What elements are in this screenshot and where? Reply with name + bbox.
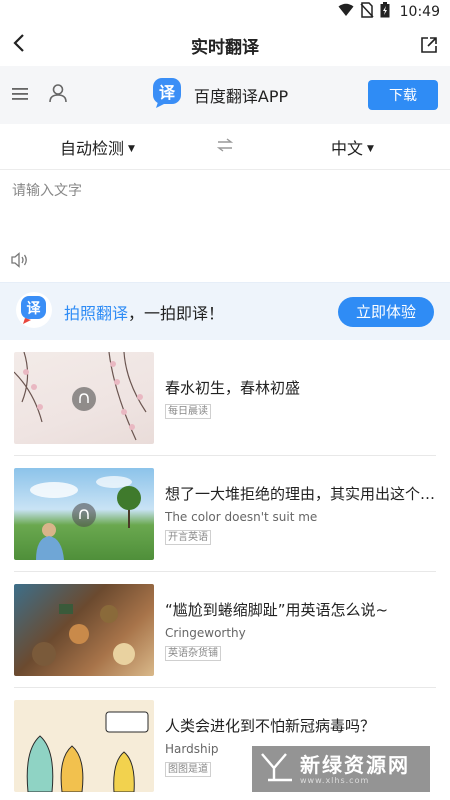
blossom-thumbnail — [14, 351, 154, 444]
feed-item-text: 想了一大堆拒绝的理由，其实用出这个英语 The color doesn't su… — [165, 483, 436, 545]
feed-item-tag: 开言英语 — [165, 529, 211, 545]
feed-item-text: 春水初生，春林初盛 每日晨读 — [165, 377, 436, 419]
language-selector: 自动检测 ▼ 中文 ▼ — [0, 124, 450, 170]
back-icon[interactable] — [12, 32, 40, 58]
promo-slogan: ，一拍即译！ — [128, 303, 225, 323]
menu-icon[interactable] — [12, 86, 36, 105]
speaker-icon[interactable] — [11, 252, 29, 272]
status-time: 10:49 — [399, 4, 440, 20]
app-brand: 译 百度翻译APP — [72, 77, 368, 113]
svg-text:译: 译 — [159, 83, 176, 102]
open-external-icon[interactable] — [410, 36, 438, 54]
try-now-button[interactable]: 立即体验 — [338, 296, 434, 327]
wifi-icon — [338, 3, 354, 21]
user-icon[interactable] — [48, 83, 72, 107]
virus-cartoon-thumbnail — [14, 699, 154, 792]
status-bar: 10:49 — [0, 0, 450, 24]
feed-item-title: 春水初生，春林初盛 — [165, 378, 301, 397]
photo-translate-promo: 译 拍照翻译，一拍即译！ 立即体验 — [0, 282, 450, 340]
feed-item-subtitle: Cringeworthy — [165, 625, 246, 640]
translate-app-logo: 译 — [16, 291, 52, 333]
no-sim-icon — [360, 2, 374, 22]
app-name: 百度翻译APP — [193, 87, 289, 106]
feed-item-text: “尴尬到蜷缩脚趾”用英语怎么说~ Cringeworthy 英语杂货铺 — [165, 599, 436, 661]
source-language-select[interactable]: 自动检测 ▼ — [0, 135, 195, 159]
page-title: 实时翻译 — [191, 37, 259, 58]
watermark-url: www.xlhs.com — [300, 775, 370, 785]
feed-item-title: 想了一大堆拒绝的理由，其实用出这个英语 — [165, 484, 436, 503]
article-feed: 春水初生，春林初盛 每日晨读 想了一大堆拒绝的理由，其实用出这个英语 The c… — [0, 340, 450, 800]
target-language-label: 中文 — [331, 138, 364, 158]
app-download-banner: 译 百度翻译APP 下载 — [0, 66, 450, 124]
feed-item-tag: 英语杂货铺 — [165, 645, 221, 661]
translation-input-area — [0, 170, 450, 282]
swap-icon — [216, 137, 234, 156]
target-language-select[interactable]: 中文 ▼ — [255, 135, 450, 159]
source-text-input[interactable] — [12, 180, 438, 240]
caret-down-icon: ▼ — [128, 144, 135, 154]
feed-item[interactable]: “尴尬到蜷缩脚趾”用英语怎么说~ Cringeworthy 英语杂货铺 — [14, 572, 436, 688]
feed-item-subtitle: The color doesn't suit me — [165, 509, 318, 524]
field-girl-thumbnail — [14, 467, 154, 560]
feed-item-tag: 每日晨读 — [165, 403, 211, 419]
promo-highlight: 拍照翻译 — [64, 303, 129, 323]
feed-item-tag: 图图是道 — [165, 761, 211, 777]
source-language-label: 自动检测 — [60, 138, 125, 158]
watermark-text: 新绿资源网 — [300, 752, 410, 777]
download-button[interactable]: 下载 — [368, 80, 438, 110]
feed-item[interactable]: 春水初生，春林初盛 每日晨读 — [14, 340, 436, 456]
swap-languages-button[interactable] — [195, 137, 255, 156]
title-bar: 实时翻译 — [0, 24, 450, 66]
svg-text:译: 译 — [27, 301, 42, 317]
feed-item-title: 人类会进化到不怕新冠病毒吗？ — [165, 716, 376, 735]
baidu-translate-logo: 译 — [152, 77, 184, 113]
feed-item-title: “尴尬到蜷缩脚趾”用英语怎么说~ — [165, 600, 389, 619]
site-watermark: 新绿资源网 www.xlhs.com — [252, 746, 430, 792]
watermark-logo-icon — [260, 752, 294, 786]
audio-play-icon — [72, 502, 96, 527]
picnic-thumbnail — [14, 583, 154, 676]
battery-icon — [380, 2, 390, 22]
promo-text: 拍照翻译，一拍即译！ — [64, 300, 338, 324]
audio-play-icon — [72, 386, 96, 411]
caret-down-icon: ▼ — [367, 144, 374, 154]
feed-item[interactable]: 想了一大堆拒绝的理由，其实用出这个英语 The color doesn't su… — [14, 456, 436, 572]
